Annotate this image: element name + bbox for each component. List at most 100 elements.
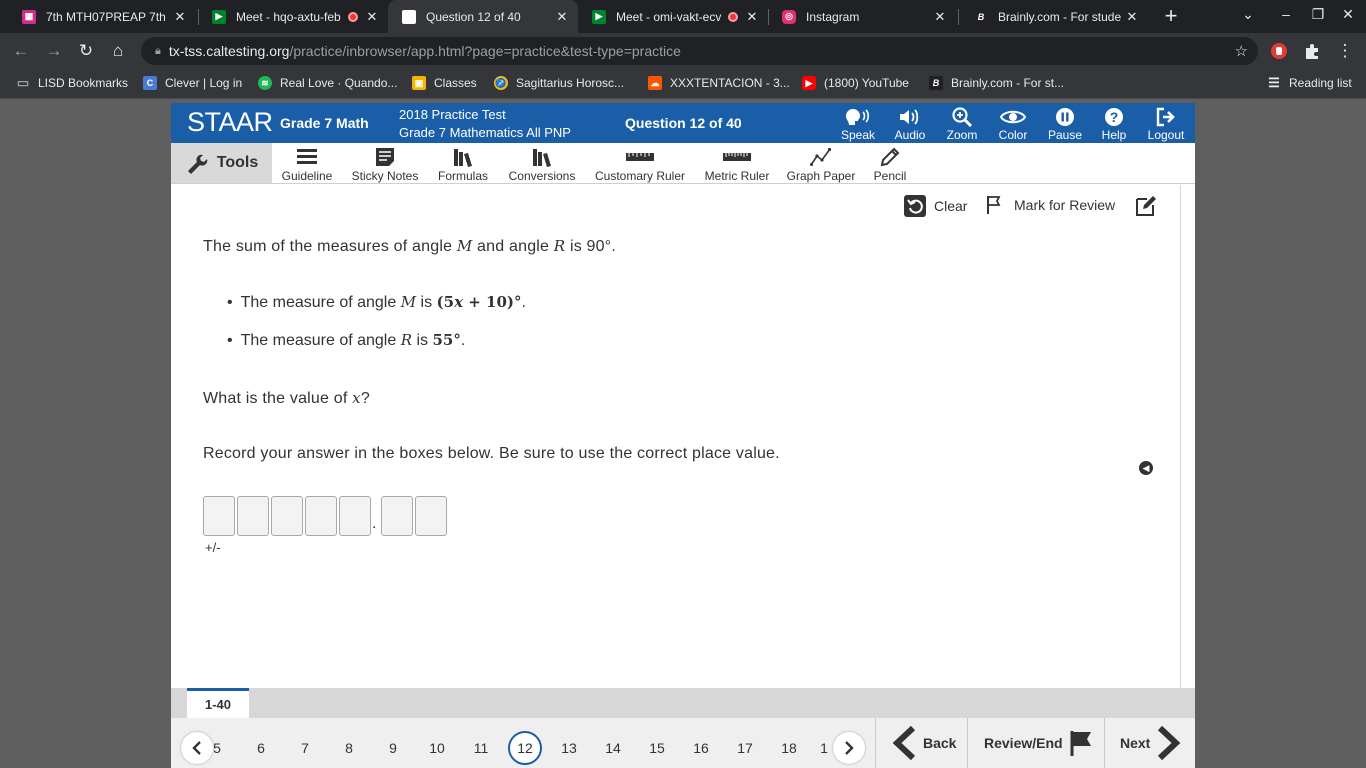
bookmark-item[interactable]: B Brainly.com - For st...	[929, 76, 1064, 90]
question-panel: Clear Mark for Review The sum of the mea…	[171, 185, 1181, 688]
question-number-button[interactable]: 5	[200, 731, 234, 765]
answer-box[interactable]	[271, 496, 303, 536]
browser-tab[interactable]: ▶ Meet - hqo-axtu-feb ✕	[198, 0, 388, 33]
logout-button[interactable]: Logout	[1141, 106, 1191, 142]
close-window-icon[interactable]: ✕	[1338, 6, 1358, 23]
question-number-button[interactable]: 10	[420, 731, 454, 765]
scroll-right-button[interactable]	[833, 732, 865, 764]
minimize-icon[interactable]: ‒	[1276, 6, 1296, 22]
close-tab-icon[interactable]: ✕	[364, 9, 380, 25]
reload-icon[interactable]: ↻	[75, 40, 97, 62]
new-tab-icon[interactable]: +	[1160, 5, 1182, 27]
browser-tab[interactable]: ▶ Meet - omi-vakt-ecv ✕	[578, 0, 768, 33]
reset-icon	[904, 195, 926, 217]
question-number-button[interactable]: 11	[464, 731, 498, 765]
answer-box[interactable]	[237, 496, 269, 536]
variable-x: x	[454, 293, 464, 311]
mark-for-review-button[interactable]: Mark for Review	[986, 195, 1115, 215]
question-number-button[interactable]: 15	[640, 731, 674, 765]
meet-favicon-icon: ▶	[212, 9, 226, 24]
question-number-button[interactable]: 9	[376, 731, 410, 765]
tools-button[interactable]: Tools	[171, 143, 272, 183]
restore-icon[interactable]: ❐	[1308, 6, 1328, 23]
bookmark-item[interactable]: ☁ XXXTENTACION - 3...	[648, 76, 790, 90]
review-end-button[interactable]: Review/End	[984, 718, 1093, 768]
audio-button[interactable]: Audio	[885, 106, 935, 142]
variable-m: M	[400, 293, 417, 311]
bookmark-item[interactable]: ▣ Classes	[412, 76, 477, 90]
browser-tab[interactable]: ◎ Instagram ✕	[768, 0, 956, 33]
browser-menu-icon[interactable]: ⋮	[1334, 40, 1356, 62]
sticky-notes-tool[interactable]: Sticky Notes	[347, 145, 423, 183]
forward-arrow-icon[interactable]: →	[43, 40, 65, 62]
close-tab-icon[interactable]: ✕	[1124, 9, 1140, 25]
question-number-button[interactable]: 13	[552, 731, 586, 765]
test-name-line2: Grade 7 Mathematics All PNP	[399, 125, 571, 140]
color-button[interactable]: Color	[988, 106, 1038, 142]
current-question-button[interactable]: 12	[508, 731, 542, 765]
range-tab[interactable]: 1-40	[187, 688, 249, 718]
question-number-button[interactable]: 7	[288, 731, 322, 765]
question-number-button[interactable]: 18	[772, 731, 806, 765]
tools-label: Tools	[216, 154, 259, 171]
answer-box[interactable]	[339, 496, 371, 536]
notepad-edit-icon[interactable]	[1135, 195, 1157, 217]
question-number-button[interactable]: 14	[596, 731, 630, 765]
zoom-button[interactable]: Zoom	[937, 106, 987, 142]
help-button[interactable]: ? Help	[1089, 106, 1139, 142]
close-tab-icon[interactable]: ✕	[744, 9, 760, 25]
extensions-puzzle-icon[interactable]	[1303, 42, 1321, 60]
browser-tab[interactable]: B Brainly.com - For stude ✕	[960, 0, 1148, 33]
question-number-button[interactable]: 8	[332, 731, 366, 765]
pause-button[interactable]: Pause	[1040, 106, 1090, 142]
back-button[interactable]: Back	[891, 718, 956, 768]
browser-tab[interactable]: ▦ 7th MTH07PREAP 7th ✕	[8, 0, 196, 33]
metric-ruler-tool[interactable]: Metric Ruler	[703, 145, 771, 183]
home-icon[interactable]: ⌂	[107, 40, 129, 62]
speak-button[interactable]: Speak	[833, 106, 883, 142]
collapse-arrow-icon[interactable]: ◀	[1139, 461, 1153, 475]
bullet-text: .	[460, 332, 466, 349]
bookmark-item[interactable]: ≋ Real Love · Quando...	[258, 76, 397, 90]
bookmark-folder[interactable]: ▭ LISD Bookmarks	[16, 75, 128, 90]
customary-ruler-tool[interactable]: Customary Ruler	[591, 145, 689, 183]
answer-box-sign[interactable]	[203, 496, 235, 536]
reading-list[interactable]: ☰ Reading list	[1267, 75, 1352, 90]
tab-search-icon[interactable]: ⌄	[1238, 6, 1258, 23]
pencil-tool[interactable]: Pencil	[868, 145, 912, 183]
variable-m: M	[456, 237, 473, 255]
variable-x: x	[352, 389, 361, 407]
address-bar[interactable]: 🔒︎ tx-tss.caltesting.org/practice/inbrow…	[141, 37, 1258, 65]
guideline-tool[interactable]: Guideline	[280, 145, 334, 183]
question-number-button[interactable]: 1	[816, 731, 832, 765]
question-number-button[interactable]: 16	[684, 731, 718, 765]
question-number-button[interactable]: 17	[728, 731, 762, 765]
adblock-extension-icon[interactable]	[1270, 42, 1288, 60]
conversions-tool[interactable]: Conversions	[505, 145, 579, 183]
variable-r: R	[400, 331, 412, 349]
flag-icon	[987, 196, 1001, 214]
formulas-tool[interactable]: Formulas	[434, 145, 492, 183]
answer-box-decimal[interactable]	[381, 496, 413, 536]
clear-button[interactable]: Clear	[904, 195, 967, 217]
browser-tab-active[interactable]: Question 12 of 40 ✕	[388, 0, 578, 33]
close-tab-icon[interactable]: ✕	[172, 9, 188, 25]
expr-part: (5	[436, 293, 455, 311]
close-tab-icon[interactable]: ✕	[554, 9, 570, 25]
back-arrow-icon[interactable]: ←	[10, 40, 32, 62]
bookmark-item[interactable]: C Clever | Log in	[143, 76, 242, 90]
graph-paper-tool[interactable]: Graph Paper	[785, 145, 857, 183]
expression: 55°	[432, 331, 461, 349]
question-number-button[interactable]: 6	[244, 731, 278, 765]
bullet-angle-r: • The measure of angle R is 55°.	[227, 331, 465, 350]
answer-box-decimal[interactable]	[415, 496, 447, 536]
bookmark-label: Classes	[434, 76, 477, 90]
bookmark-item[interactable]: ♐ Sagittarius Horosc...	[494, 76, 624, 90]
answer-box[interactable]	[305, 496, 337, 536]
question-navigation: 5 6 7 8 9 10 11 12 13 14 15 16 17 18 1 B…	[171, 718, 1195, 768]
close-tab-icon[interactable]: ✕	[932, 9, 948, 25]
bookmark-item[interactable]: ▶ (1800) YouTube	[802, 76, 909, 90]
spotify-icon: ≋	[258, 76, 272, 90]
bookmark-star-icon[interactable]: ☆	[1235, 42, 1248, 60]
next-button[interactable]: Next	[1120, 718, 1182, 768]
